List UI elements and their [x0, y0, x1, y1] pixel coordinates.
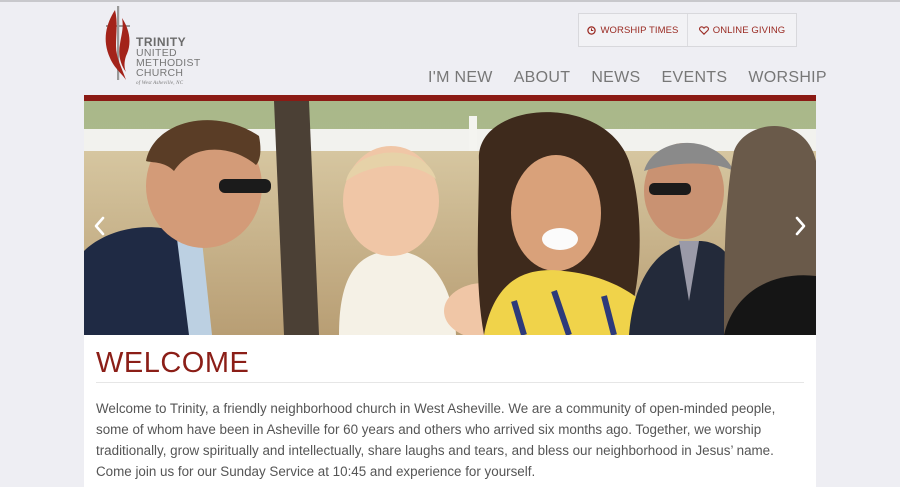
nav-item-worship[interactable]: WORSHIP — [748, 69, 827, 87]
hero-slideshow[interactable] — [84, 101, 816, 335]
logo-line-church: CHURCH — [136, 67, 184, 79]
nav-item-about[interactable]: ABOUT — [514, 69, 571, 87]
logo-wordmark: TRINITY UNITED METHODIST CHURCH of West … — [136, 36, 201, 89]
welcome-section: WELCOME Welcome to Trinity, a friendly n… — [84, 335, 816, 487]
church-logo[interactable]: TRINITY UNITED METHODIST CHURCH of West … — [100, 6, 210, 92]
welcome-divider — [96, 382, 804, 383]
heart-icon — [698, 25, 709, 35]
welcome-body-text: Welcome to Trinity, a friendly neighborh… — [96, 401, 776, 479]
main-nav: I'M NEW ABOUT NEWS EVENTS WORSHIP — [428, 69, 827, 87]
carousel-prev-button[interactable] — [90, 213, 110, 239]
clock-icon — [587, 25, 597, 35]
chevron-left-icon — [94, 216, 105, 236]
cross-and-flame-icon — [105, 6, 130, 80]
nav-item-news[interactable]: NEWS — [591, 69, 640, 87]
worship-times-label: WORSHIP TIMES — [600, 24, 679, 36]
hero-photo — [84, 101, 816, 335]
nav-item-im-new[interactable]: I'M NEW — [428, 69, 493, 87]
online-giving-label: ONLINE GIVING — [712, 24, 786, 36]
nav-item-events[interactable]: EVENTS — [662, 69, 728, 87]
online-giving-button[interactable]: ONLINE GIVING — [687, 14, 796, 46]
carousel-next-button[interactable] — [790, 213, 810, 239]
utility-links: WORSHIP TIMES ONLINE GIVING — [578, 13, 797, 47]
worship-times-button[interactable]: WORSHIP TIMES — [579, 14, 687, 46]
chevron-right-icon — [795, 216, 806, 236]
logo-line-location: of West Asheville, NC — [136, 81, 184, 86]
top-border — [0, 0, 900, 2]
welcome-heading: WELCOME — [96, 347, 250, 379]
